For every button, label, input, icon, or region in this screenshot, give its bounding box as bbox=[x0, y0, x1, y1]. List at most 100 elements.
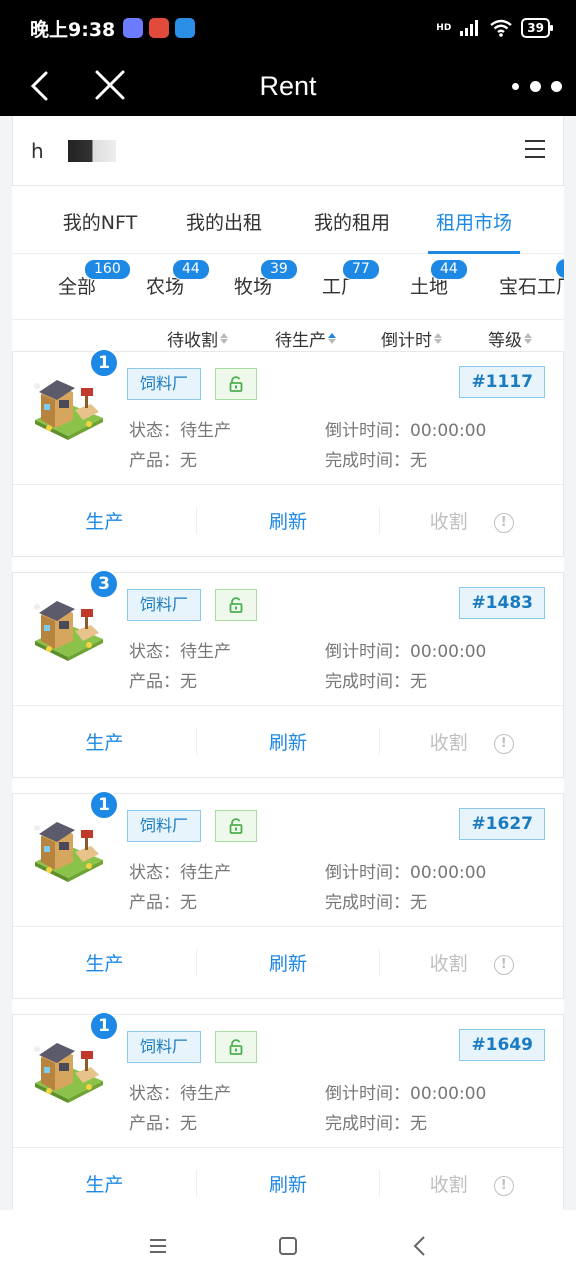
recent-apps-icon[interactable] bbox=[146, 1234, 170, 1258]
harvest-button: 收割! bbox=[379, 507, 563, 534]
card-actions: 生产 刷新 收割! bbox=[13, 1147, 563, 1210]
card-actions: 生产 刷新 收割! bbox=[13, 705, 563, 777]
status-bar: 晚上9:38 HD 39 bbox=[0, 0, 576, 56]
sort-to-harvest[interactable]: 待收割 bbox=[167, 326, 228, 351]
countdown-field: 倒计时间：00:00:00 bbox=[325, 1084, 487, 1104]
app-notification-icon bbox=[149, 18, 170, 38]
harvest-label: 收割 bbox=[429, 953, 468, 975]
wifi-icon bbox=[490, 19, 513, 37]
level-badge: 1 bbox=[89, 348, 119, 378]
sort-bar: 待收割 待生产 倒计时 等级 bbox=[12, 320, 564, 354]
product-field: 产品：无 bbox=[129, 672, 197, 692]
product-field: 产品：无 bbox=[129, 893, 197, 913]
countdown-field: 倒计时间：00:00:00 bbox=[325, 863, 487, 883]
produce-button[interactable]: 生产 bbox=[13, 1170, 196, 1197]
finish-time-field: 完成时间：无 bbox=[325, 451, 427, 471]
produce-button[interactable]: 生产 bbox=[13, 507, 196, 534]
finish-time-field: 完成时间：无 bbox=[325, 893, 427, 913]
sort-level[interactable]: 等级 bbox=[488, 326, 532, 351]
info-icon[interactable]: ! bbox=[493, 954, 514, 975]
tab-my-nft[interactable]: 我的NFT bbox=[46, 198, 154, 254]
nft-card: 3 饲料厂 #1483 状态：待生产 产品：无 倒计时间：00:00:00 完成… bbox=[12, 569, 564, 778]
harvest-button: 收割! bbox=[379, 1170, 563, 1197]
sort-countdown[interactable]: 倒计时 bbox=[381, 326, 442, 351]
status-time: 晚上9:38 bbox=[30, 18, 116, 41]
sort-arrows-icon bbox=[524, 333, 532, 344]
menu-icon[interactable] bbox=[525, 140, 545, 158]
status-field: 状态：待生产 bbox=[129, 642, 231, 662]
sort-label: 等级 bbox=[488, 331, 522, 351]
status-field: 状态：待生产 bbox=[129, 421, 231, 441]
system-nav-bar bbox=[0, 1210, 576, 1280]
nft-id-tag: #1649 bbox=[459, 1029, 545, 1061]
status-field: 状态：待生产 bbox=[129, 863, 231, 883]
category-gem-factory[interactable]: 宝石工厂 bbox=[499, 272, 564, 299]
count-badge: 44 bbox=[172, 259, 210, 280]
tab-my-rented[interactable]: 我的租用 bbox=[300, 198, 404, 254]
more-dots-icon[interactable] bbox=[512, 72, 562, 100]
unlock-icon bbox=[215, 1031, 257, 1063]
refresh-button[interactable]: 刷新 bbox=[195, 507, 380, 534]
unlock-icon bbox=[215, 589, 257, 621]
category-factory[interactable]: 77 工厂 bbox=[322, 259, 380, 299]
nft-card: 1 饲料厂 #1649 状态：待生产 产品：无 倒计时间：00:00:00 完成… bbox=[12, 1011, 564, 1210]
countdown-field: 倒计时间：00:00:00 bbox=[325, 642, 487, 662]
category-all[interactable]: 160 全部 bbox=[58, 259, 131, 299]
category-land[interactable]: 44 土地 bbox=[410, 259, 468, 299]
title-bar: Rent bbox=[0, 56, 576, 116]
tab-rent-market[interactable]: 租用市场 bbox=[428, 198, 520, 254]
count-badge: 44 bbox=[430, 259, 468, 280]
info-icon[interactable]: ! bbox=[493, 1175, 514, 1196]
app-notification-icon bbox=[123, 18, 144, 38]
refresh-button[interactable]: 刷新 bbox=[195, 1170, 380, 1197]
sort-label: 待收割 bbox=[167, 331, 218, 351]
sort-label: 待生产 bbox=[275, 331, 326, 351]
building-type-tag: 饲料厂 bbox=[127, 368, 202, 400]
count-badge: 160 bbox=[84, 259, 131, 280]
feed-factory-building-icon bbox=[34, 380, 103, 440]
sort-arrows-icon bbox=[434, 333, 442, 344]
produce-button[interactable]: 生产 bbox=[13, 949, 196, 976]
feed-factory-building-icon bbox=[34, 601, 103, 661]
tab-my-rent-out[interactable]: 我的出租 bbox=[172, 198, 276, 254]
category-farm[interactable]: 44 农场 bbox=[146, 259, 210, 299]
level-badge: 3 bbox=[89, 569, 119, 599]
wallet-address: h bbox=[31, 138, 44, 163]
count-badge: 77 bbox=[342, 259, 380, 280]
refresh-button[interactable]: 刷新 bbox=[195, 949, 380, 976]
home-icon[interactable] bbox=[276, 1234, 300, 1258]
finish-time-field: 完成时间：无 bbox=[325, 1114, 427, 1134]
nft-id-tag: #1117 bbox=[459, 366, 545, 398]
card-actions: 生产 刷新 收割! bbox=[13, 484, 563, 556]
product-field: 产品：无 bbox=[129, 451, 197, 471]
page-title: Rent bbox=[259, 70, 317, 101]
sort-to-produce[interactable]: 待生产 bbox=[275, 326, 336, 351]
nft-id-tag: #1627 bbox=[459, 808, 545, 840]
category-filter: 160 全部 44 农场 39 牧场 77 工厂 44 土地 宝石工厂 bbox=[12, 256, 564, 320]
info-icon[interactable]: ! bbox=[493, 733, 514, 754]
count-badge: 39 bbox=[260, 259, 298, 280]
status-field: 状态：待生产 bbox=[129, 1084, 231, 1104]
sort-arrows-icon bbox=[220, 333, 228, 344]
main-tabs: 我的NFT 我的出租 我的租用 租用市场 bbox=[12, 198, 564, 254]
back-icon[interactable] bbox=[408, 1234, 432, 1258]
category-ranch[interactable]: 39 牧场 bbox=[234, 259, 298, 299]
countdown-field: 倒计时间：00:00:00 bbox=[325, 421, 487, 441]
category-label: 宝石工厂 bbox=[499, 276, 564, 298]
main-content: h 我的NFT 我的出租 我的租用 租用市场 160 全部 44 农场 39 牧… bbox=[12, 116, 564, 1210]
harvest-button: 收割! bbox=[379, 949, 563, 976]
sort-label: 倒计时 bbox=[381, 331, 432, 351]
card-actions: 生产 刷新 收割! bbox=[13, 926, 563, 998]
level-badge: 1 bbox=[89, 790, 119, 820]
battery-indicator: 39 bbox=[521, 18, 553, 38]
nft-card: 1 饲料厂 #1627 状态：待生产 产品：无 倒计时间：00:00:00 完成… bbox=[12, 790, 564, 999]
building-type-tag: 饲料厂 bbox=[127, 810, 202, 842]
refresh-button[interactable]: 刷新 bbox=[195, 728, 380, 755]
produce-button[interactable]: 生产 bbox=[13, 728, 196, 755]
harvest-button: 收割! bbox=[379, 728, 563, 755]
feed-factory-building-icon bbox=[34, 822, 103, 882]
harvest-label: 收割 bbox=[429, 732, 468, 754]
level-badge: 1 bbox=[89, 1011, 119, 1041]
finish-time-field: 完成时间：无 bbox=[325, 672, 427, 692]
info-icon[interactable]: ! bbox=[493, 512, 514, 533]
